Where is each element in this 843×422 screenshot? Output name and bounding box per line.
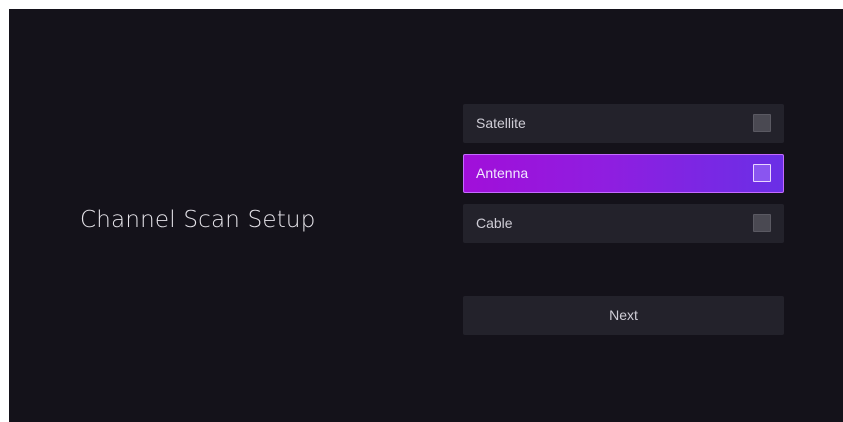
page-title: Channel Scan Setup xyxy=(80,207,316,233)
satellite-checkbox[interactable] xyxy=(753,114,771,132)
option-label: Cable xyxy=(476,215,513,231)
option-label: Satellite xyxy=(476,115,526,131)
next-button-label: Next xyxy=(609,307,638,323)
scan-source-options: Satellite Antenna Cable xyxy=(463,104,784,254)
antenna-checkbox[interactable] xyxy=(753,164,771,182)
tv-setup-screen: Channel Scan Setup Satellite Antenna Cab… xyxy=(9,9,843,422)
option-satellite[interactable]: Satellite xyxy=(463,104,784,143)
option-cable[interactable]: Cable xyxy=(463,204,784,243)
option-label: Antenna xyxy=(476,165,529,181)
next-button[interactable]: Next xyxy=(463,296,784,335)
cable-checkbox[interactable] xyxy=(753,214,771,232)
option-antenna[interactable]: Antenna xyxy=(463,154,784,193)
